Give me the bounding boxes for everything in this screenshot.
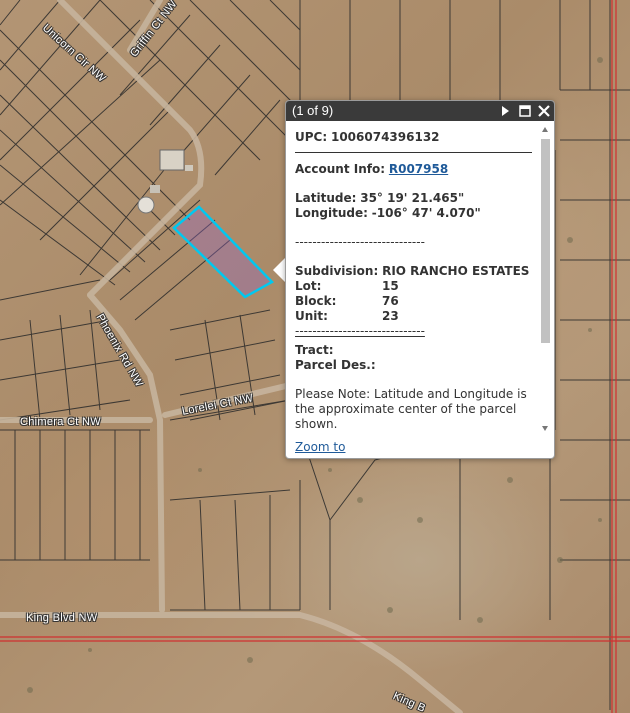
upc-value: 1006074396132 [330,130,440,144]
longitude-value: -106° 47' 4.070" [371,206,481,220]
lot-value: 15 [382,279,399,293]
tract-label: Tract: [295,343,334,357]
play-icon [502,106,509,116]
maximize-button[interactable] [518,104,532,118]
popup-content-scroll[interactable]: UPC: 1006074396132 Account Info: R007958… [286,121,540,436]
location-note: Please Note: Latitude and Longitude is t… [295,387,527,431]
popup-scrollbar[interactable] [540,125,551,433]
street-label-king: King Blvd NW [26,612,98,624]
unit-label: Unit: [295,309,328,323]
separator-line-2: ------------------------------ [295,324,425,338]
next-feature-button[interactable] [498,104,512,118]
zoom-to-link[interactable]: Zoom to [295,440,345,454]
upc-label: UPC: [295,130,328,144]
popup-title: (1 of 9) [292,103,334,118]
block-label: Block: [295,294,337,308]
longitude-label: Longitude: [295,206,368,220]
scroll-thumb[interactable] [541,139,550,343]
street-label-chimera: Chimera Ct NW [20,416,101,428]
account-link[interactable]: R007958 [389,162,448,176]
divider [295,152,532,153]
close-button[interactable] [537,104,551,118]
close-icon [538,105,550,117]
separator-line: ------------------------------ [295,235,425,249]
maximize-icon [519,105,531,117]
map-view[interactable]: Unicorn Cir NW Griffin Ct NW Phoenix Rd … [0,0,630,713]
subdivision-value: RIO RANCHO ESTATES [382,264,530,278]
latitude-value: 35° 19' 21.465" [360,191,465,205]
subdivision-label: Subdivision: [295,264,379,278]
selected-parcel [172,205,275,299]
scroll-up-icon[interactable] [542,127,548,132]
popup-header: (1 of 9) [286,101,554,121]
parcel-des-label: Parcel Des.: [295,358,376,372]
parcel-info-popup: (1 of 9) UPC: 1006074396132 Account Info… [285,100,555,459]
account-label: Account Info: [295,162,386,176]
unit-value: 23 [382,309,399,323]
latitude-label: Latitude: [295,191,357,205]
block-value: 76 [382,294,399,308]
scroll-down-icon[interactable] [542,426,548,431]
lot-label: Lot: [295,279,322,293]
